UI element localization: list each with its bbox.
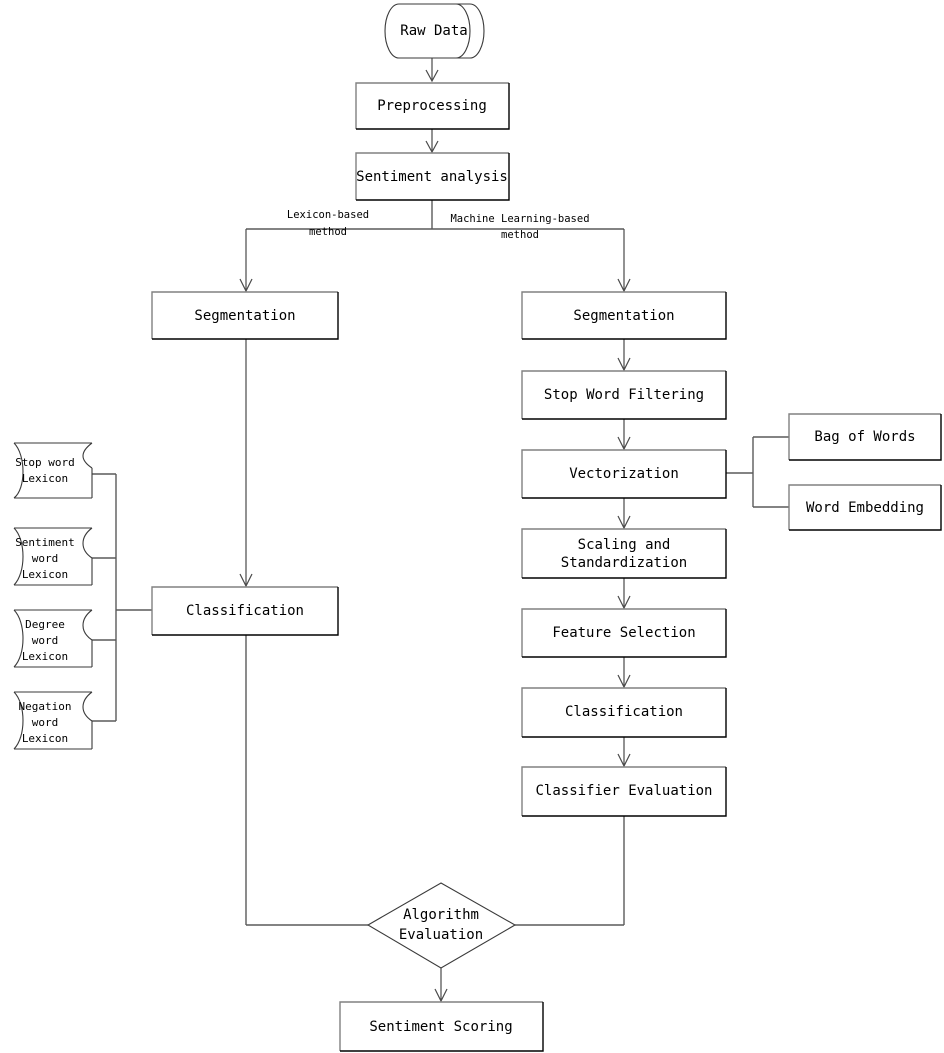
node-label-classifier-evaluation: Classifier Evaluation <box>535 783 712 799</box>
edge-preprocessing-to-sentiment <box>425 129 439 154</box>
sentiment-analysis-flowchart: Lexicon-based method Machine Learning-ba… <box>13 3 942 1052</box>
node-label-word-embedding: Word Embedding <box>806 500 924 516</box>
node-label-negation-word-lexicon-line2: word <box>32 716 59 729</box>
node-label-ml-classification: Classification <box>565 704 683 720</box>
edge-labels: Lexicon-based method Machine Learning-ba… <box>287 209 590 241</box>
node-ml-segmentation[interactable]: Segmentation <box>521 291 727 340</box>
node-label-algorithm-evaluation-line1: Algorithm <box>403 907 479 923</box>
edge-label-ml-based-line1: Machine Learning-based <box>450 213 589 225</box>
node-label-stop-word-filtering: Stop Word Filtering <box>544 387 704 403</box>
node-negation-word-lexicon[interactable]: Negation word Lexicon <box>13 691 93 750</box>
node-stop-word-lexicon[interactable]: Stop word Lexicon <box>13 442 93 499</box>
node-label-stop-word-lexicon-line2: Lexicon <box>22 472 68 485</box>
edge-rawdata-to-preprocessing <box>425 58 439 83</box>
node-algorithm-evaluation[interactable]: Algorithm Evaluation <box>366 882 517 969</box>
node-label-degree-word-lexicon-line1: Degree <box>25 618 65 631</box>
node-ml-classification[interactable]: Classification <box>521 687 727 738</box>
node-stop-word-filtering[interactable]: Stop Word Filtering <box>521 370 727 420</box>
edge-vectorization-to-scaling <box>617 498 631 530</box>
node-label-preprocessing: Preprocessing <box>377 98 487 114</box>
node-scaling-standardization[interactable]: Scaling and Standardization <box>521 528 727 579</box>
edge-feature-to-classification <box>617 657 631 689</box>
node-sentiment-word-lexicon[interactable]: Sentiment word Lexicon <box>13 527 93 586</box>
node-classifier-evaluation[interactable]: Classifier Evaluation <box>521 766 727 817</box>
edge-lexicon-bus <box>92 473 152 722</box>
edge-stopword-to-vectorization <box>617 419 631 451</box>
node-label-feature-selection: Feature Selection <box>552 625 695 641</box>
node-bag-of-words[interactable]: Bag of Words <box>788 413 942 461</box>
node-label-scaling-line1: Scaling and <box>578 537 671 553</box>
edge-classifiereval-to-algoeval <box>515 816 625 926</box>
node-label-negation-word-lexicon-line1: Negation <box>19 700 72 713</box>
node-label-lexicon-segmentation: Segmentation <box>194 308 295 324</box>
edge-lexclass-to-algoeval <box>245 635 368 926</box>
node-label-sentiment-word-lexicon-line2: word <box>32 552 59 565</box>
node-label-sentiment-scoring: Sentiment Scoring <box>369 1019 512 1035</box>
edge-vectorization-branch <box>726 436 789 508</box>
node-label-ml-segmentation: Segmentation <box>573 308 674 324</box>
node-label-raw-data: Raw Data <box>400 23 467 39</box>
node-label-lexicon-classification: Classification <box>186 603 304 619</box>
node-word-embedding[interactable]: Word Embedding <box>788 484 942 531</box>
node-label-scaling-line2: Standardization <box>561 555 687 571</box>
node-label-bag-of-words: Bag of Words <box>814 429 915 445</box>
node-label-algorithm-evaluation-line2: Evaluation <box>399 927 483 943</box>
node-vectorization[interactable]: Vectorization <box>521 449 727 499</box>
edge-mlseg-to-stopword <box>617 339 631 372</box>
node-lexicon-segmentation[interactable]: Segmentation <box>151 291 339 340</box>
node-label-degree-word-lexicon-line3: Lexicon <box>22 650 68 663</box>
node-lexicon-classification[interactable]: Classification <box>151 586 339 636</box>
node-label-vectorization: Vectorization <box>569 466 679 482</box>
edge-lexseg-to-lexclass <box>239 339 253 588</box>
edge-label-ml-based-line2: method <box>501 229 539 241</box>
node-sentiment-analysis[interactable]: Sentiment analysis <box>355 152 510 201</box>
edge-label-lexicon-based-line2: method <box>309 226 347 238</box>
node-label-stop-word-lexicon-line1: Stop word <box>15 456 75 469</box>
node-preprocessing[interactable]: Preprocessing <box>355 82 510 130</box>
node-label-negation-word-lexicon-line3: Lexicon <box>22 732 68 745</box>
edge-to-ml-segmentation <box>617 229 631 293</box>
node-sentiment-scoring[interactable]: Sentiment Scoring <box>339 1001 544 1052</box>
edge-classification-to-evaluation <box>617 737 631 768</box>
edge-to-lexicon-segmentation <box>239 229 253 293</box>
node-feature-selection[interactable]: Feature Selection <box>521 608 727 658</box>
node-label-degree-word-lexicon-line2: word <box>32 634 59 647</box>
node-label-sentiment-word-lexicon-line3: Lexicon <box>22 568 68 581</box>
edge-label-lexicon-based-line1: Lexicon-based <box>287 209 369 221</box>
edge-algoeval-to-scoring <box>434 968 448 1003</box>
node-degree-word-lexicon[interactable]: Degree word Lexicon <box>13 609 93 668</box>
node-raw-data[interactable]: Raw Data <box>384 3 485 59</box>
node-label-sentiment-analysis: Sentiment analysis <box>356 169 508 185</box>
node-label-sentiment-word-lexicon-line1: Sentiment <box>15 536 75 549</box>
edge-scaling-to-feature <box>617 578 631 610</box>
